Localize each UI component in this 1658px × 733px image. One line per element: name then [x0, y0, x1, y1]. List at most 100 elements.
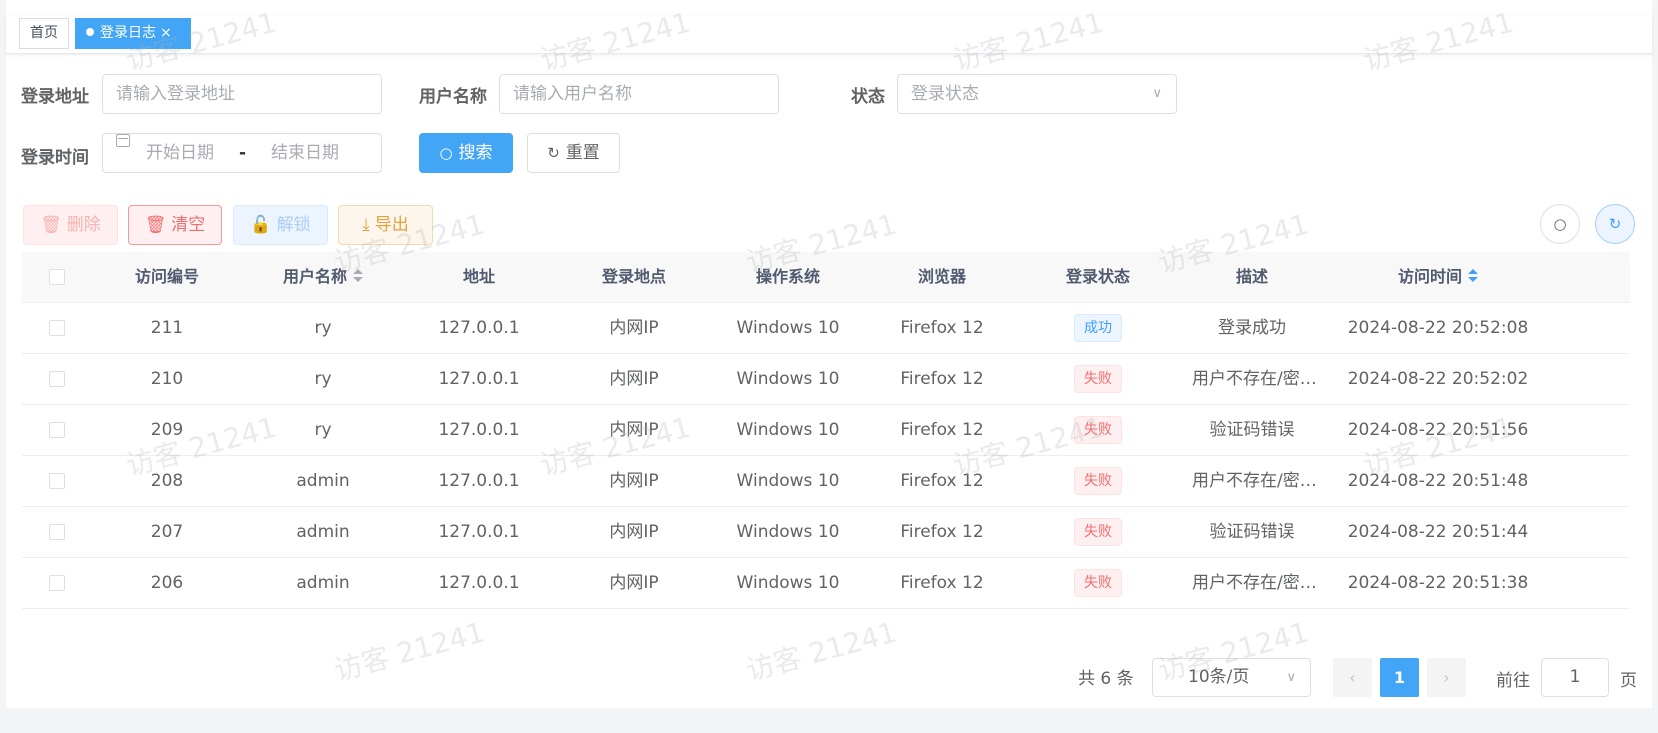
reset-button[interactable]: ↻ 重置 — [527, 133, 620, 173]
end-date-input[interactable]: 结束日期 — [271, 134, 339, 172]
prev-page-button[interactable]: ‹ — [1333, 658, 1372, 697]
cell-id: 211 — [150, 318, 184, 338]
status-badge: 失败 — [1074, 569, 1122, 597]
row-checkbox[interactable] — [49, 320, 65, 336]
chevron-down-icon: ∨ — [1152, 86, 1162, 101]
cell-description: 登录成功 — [1218, 318, 1286, 338]
pagination-total: 共 6 条 — [1078, 669, 1134, 689]
cell-browser: Firefox 12 — [900, 369, 984, 389]
header-status: 登录状态 — [1065, 267, 1130, 286]
cell-status: 失败 — [1038, 354, 1158, 404]
table-row[interactable]: 208 admin 127.0.0.1 内网IP Windows 10 Firefox 1… — [22, 456, 1630, 507]
unlock-button[interactable]: 🔓 解锁 — [233, 205, 328, 245]
sort-icon[interactable] — [353, 268, 363, 283]
table-row[interactable]: 206 admin 127.0.0.1 内网IP Windows 10 Firefox 1… — [22, 558, 1630, 609]
cell-description: 用户不存在/密… — [1192, 369, 1317, 389]
select-all-checkbox[interactable] — [49, 269, 65, 285]
header-time-label: 访问时间 — [1397, 267, 1462, 286]
refresh-button[interactable]: ↻ — [1595, 204, 1635, 244]
cell-status: 成功 — [1038, 303, 1158, 353]
username-label: 用户名称 — [419, 87, 487, 107]
trash-icon: 🗑 — [40, 215, 62, 235]
cell-browser: Firefox 12 — [900, 420, 984, 440]
cell-location: 内网IP — [609, 573, 659, 593]
search-button[interactable]: ○ 搜索 — [419, 133, 513, 173]
table-row[interactable]: 210 ry 127.0.0.1 内网IP Windows 10 Firefox 12 失败… — [22, 354, 1630, 405]
header-username-label: 用户名称 — [282, 267, 347, 286]
table-row[interactable]: 209 ry 127.0.0.1 内网IP Windows 10 Firefox 12 失败… — [22, 405, 1630, 456]
delete-button-label: 删除 — [66, 215, 101, 235]
cell-time: 2024-08-22 20:52:02 — [1347, 369, 1529, 389]
cell-browser: Firefox 12 — [900, 318, 984, 338]
export-button[interactable]: ⤓ 导出 — [338, 205, 433, 245]
header-username[interactable]: 用户名称 — [263, 252, 383, 302]
table-header: 访问编号 用户名称 地址 登录地点 操作系统 浏览器 登录状态 描述 访问时间 — [22, 252, 1630, 303]
status-select[interactable]: 登录状态 ∨ — [897, 74, 1177, 114]
header-description: 描述 — [1235, 267, 1268, 286]
chevron-down-icon: ∨ — [1286, 670, 1296, 685]
page-size-select[interactable]: 10条/页 ∨ — [1152, 658, 1311, 697]
row-checkbox[interactable] — [49, 473, 65, 489]
row-checkbox[interactable] — [49, 575, 65, 591]
cell-id: 210 — [150, 369, 184, 389]
row-checkbox[interactable] — [49, 524, 65, 540]
tag-home[interactable]: 首页 — [19, 18, 69, 49]
toggle-search-button[interactable]: ○ — [1540, 204, 1580, 244]
row-checkbox[interactable] — [49, 422, 65, 438]
sort-icon[interactable] — [1468, 268, 1478, 283]
start-date-input[interactable]: 开始日期 — [146, 134, 214, 172]
cell-time: 2024-08-22 20:51:56 — [1347, 420, 1529, 440]
time-label: 登录时间 — [21, 148, 89, 168]
close-icon[interactable]: × — [160, 19, 172, 48]
date-range-picker[interactable]: 开始日期 - 结束日期 — [102, 133, 382, 173]
goto-page-input[interactable]: 1 — [1541, 658, 1609, 697]
refresh-icon: ↻ — [1608, 215, 1622, 233]
cell-os: Windows 10 — [736, 471, 840, 491]
cell-browser: Firefox 12 — [900, 471, 984, 491]
cell-id: 208 — [150, 471, 184, 491]
login-log-table: 访问编号 用户名称 地址 登录地点 操作系统 浏览器 登录状态 描述 访问时间 … — [22, 252, 1630, 609]
cell-os: Windows 10 — [736, 522, 840, 542]
cell-username: admin — [296, 471, 350, 491]
header-browser: 浏览器 — [917, 267, 966, 286]
download-icon: ⤓ — [362, 215, 370, 235]
cell-username: admin — [296, 522, 350, 542]
header-time[interactable]: 访问时间 — [1338, 252, 1538, 302]
goto-label: 前往 — [1496, 671, 1530, 691]
cell-id: 206 — [150, 573, 184, 593]
status-badge: 失败 — [1074, 467, 1122, 495]
cell-address: 127.0.0.1 — [438, 471, 520, 491]
page-size-value: 10条/页 — [1188, 667, 1250, 687]
cell-time: 2024-08-22 20:51:38 — [1347, 573, 1529, 593]
table-row[interactable]: 211 ry 127.0.0.1 内网IP Windows 10 Firefox 12 成功… — [22, 303, 1630, 354]
header-id: 访问编号 — [134, 267, 199, 286]
clear-button-label: 清空 — [171, 215, 206, 235]
page-number-current[interactable]: 1 — [1380, 658, 1419, 697]
username-input[interactable]: 请输入用户名称 — [499, 74, 779, 114]
chevron-left-icon: ‹ — [1349, 668, 1356, 687]
unlock-button-label: 解锁 — [276, 215, 311, 235]
cell-status: 失败 — [1038, 558, 1158, 608]
table-row[interactable]: 207 admin 127.0.0.1 内网IP Windows 10 Firefox 1… — [22, 507, 1630, 558]
clear-button[interactable]: 🗑 清空 — [128, 205, 222, 245]
search-button-label: 搜索 — [458, 143, 493, 163]
app-container: 首页 登录日志 × 登录地址 请输入登录地址 用户名称 请输入用户名称 状态 登录… — [6, 0, 1652, 708]
cell-status: 失败 — [1038, 456, 1158, 506]
header-os: 操作系统 — [755, 267, 820, 286]
cell-username: ry — [314, 420, 332, 440]
calendar-icon — [116, 134, 130, 147]
cell-os: Windows 10 — [736, 369, 840, 389]
address-label: 登录地址 — [21, 87, 89, 107]
delete-button[interactable]: 🗑 删除 — [23, 205, 118, 245]
tag-login-log[interactable]: 登录日志 × — [75, 18, 191, 49]
cell-location: 内网IP — [609, 369, 659, 389]
tags-view-bar: 首页 登录日志 × — [6, 16, 1652, 54]
cell-time: 2024-08-22 20:52:08 — [1347, 318, 1529, 338]
address-input[interactable]: 请输入登录地址 — [102, 74, 382, 114]
cell-time: 2024-08-22 20:51:44 — [1347, 522, 1529, 542]
cell-location: 内网IP — [609, 522, 659, 542]
row-checkbox[interactable] — [49, 371, 65, 387]
watermark: 访客 21241 — [330, 615, 489, 688]
status-badge: 失败 — [1074, 416, 1122, 444]
next-page-button[interactable]: › — [1427, 658, 1466, 697]
